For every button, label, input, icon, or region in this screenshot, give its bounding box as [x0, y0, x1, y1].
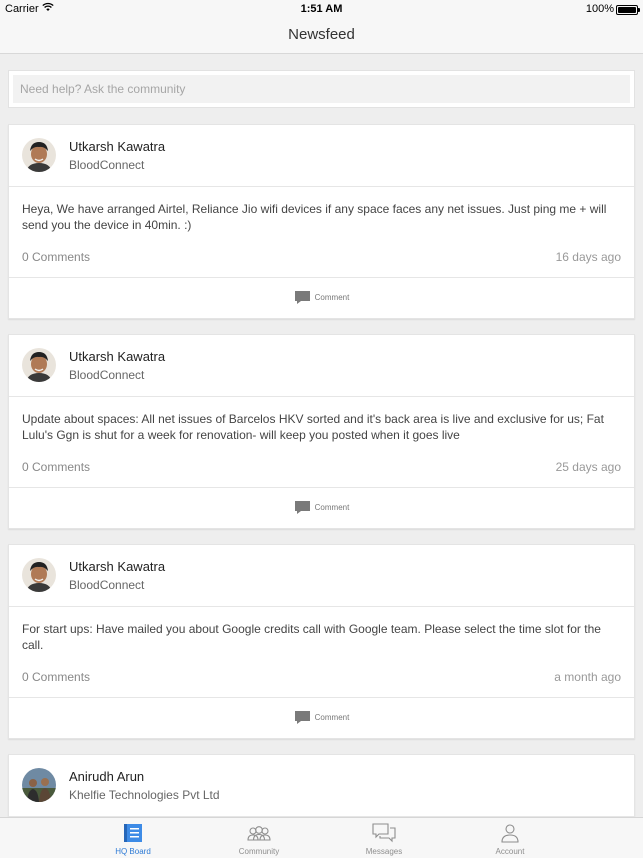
post-timestamp: 16 days ago [555, 250, 621, 264]
post-actions: Comment [9, 698, 634, 738]
comment-button[interactable]: Comment [9, 500, 634, 515]
newsfeed-list[interactable]: Utkarsh Kawatra BloodConnect Heya, We ha… [0, 54, 643, 817]
tab-label: Account [495, 847, 525, 856]
post-text: For start ups: Have mailed you about Goo… [22, 622, 601, 652]
battery-percentage: 100% [585, 3, 614, 15]
avatar[interactable] [22, 138, 56, 172]
author-name[interactable]: Utkarsh Kawatra [69, 349, 165, 364]
author-organization: BloodConnect [69, 368, 145, 382]
community-icon [246, 822, 272, 849]
comment-icon [294, 711, 310, 724]
page-title: Newsfeed [288, 26, 355, 43]
tab-messages[interactable]: Messages [321, 818, 447, 858]
comment-button[interactable]: Comment [9, 710, 634, 725]
board-icon [122, 822, 144, 849]
avatar[interactable] [22, 768, 56, 802]
post-header: Utkarsh Kawatra BloodConnect [9, 335, 634, 397]
comment-button[interactable]: Comment [9, 290, 634, 305]
post-body: For start ups: Have mailed you about Goo… [9, 607, 634, 698]
tab-hq-board[interactable]: HQ Board [70, 818, 196, 858]
navigation-bar: Newsfeed [0, 18, 643, 54]
avatar[interactable] [22, 558, 56, 592]
comment-icon [294, 501, 310, 514]
search-bar [8, 70, 635, 108]
post-timestamp: a month ago [554, 670, 621, 684]
ask-community-input[interactable] [13, 75, 630, 103]
post-header: Anirudh Arun Khelfie Technologies Pvt Lt… [9, 755, 634, 817]
tab-bar: HQ Board Community Messages Account [0, 817, 643, 858]
tab-label: Messages [365, 847, 403, 856]
tab-community[interactable]: Community [196, 818, 322, 858]
tab-label: HQ Board [115, 847, 151, 856]
post-text: Update about spaces: All net issues of B… [22, 412, 604, 442]
post-actions: Comment [9, 278, 634, 318]
author-name[interactable]: Utkarsh Kawatra [69, 559, 165, 574]
author-organization: BloodConnect [69, 578, 145, 592]
post-body: Heya, We have arranged Airtel, Reliance … [9, 187, 634, 278]
tab-account[interactable]: Account [447, 818, 573, 858]
avatar[interactable] [22, 348, 56, 382]
comment-button-label: Comment [314, 293, 350, 302]
comment-count[interactable]: 0 Comments [22, 670, 90, 684]
comment-button-label: Comment [314, 503, 350, 512]
comment-button-label: Comment [314, 713, 350, 722]
author-name[interactable]: Anirudh Arun [69, 769, 144, 784]
post-header: Utkarsh Kawatra BloodConnect [9, 545, 634, 607]
clock: 1:51 AM [300, 3, 343, 15]
status-bar: Carrier 1:51 AM 100% [0, 0, 643, 18]
post-timestamp: 25 days ago [555, 460, 621, 474]
post-body: Update about spaces: All net issues of B… [9, 397, 634, 488]
battery-icon [616, 5, 640, 15]
author-organization: BloodConnect [69, 158, 145, 172]
comment-count[interactable]: 0 Comments [22, 250, 90, 264]
post-card[interactable]: Anirudh Arun Khelfie Technologies Pvt Lt… [8, 754, 635, 817]
comment-icon [294, 291, 310, 304]
post-card[interactable]: Utkarsh Kawatra BloodConnect Update abou… [8, 334, 635, 529]
tab-label: Community [238, 847, 280, 856]
author-name[interactable]: Utkarsh Kawatra [69, 139, 165, 154]
comment-count[interactable]: 0 Comments [22, 460, 90, 474]
post-card[interactable]: Utkarsh Kawatra BloodConnect For start u… [8, 544, 635, 739]
post-card[interactable]: Utkarsh Kawatra BloodConnect Heya, We ha… [8, 124, 635, 319]
post-header: Utkarsh Kawatra BloodConnect [9, 125, 634, 187]
post-actions: Comment [9, 488, 634, 528]
author-organization: Khelfie Technologies Pvt Ltd [69, 788, 220, 802]
account-icon [499, 822, 521, 849]
post-text: Heya, We have arranged Airtel, Reliance … [22, 202, 607, 232]
